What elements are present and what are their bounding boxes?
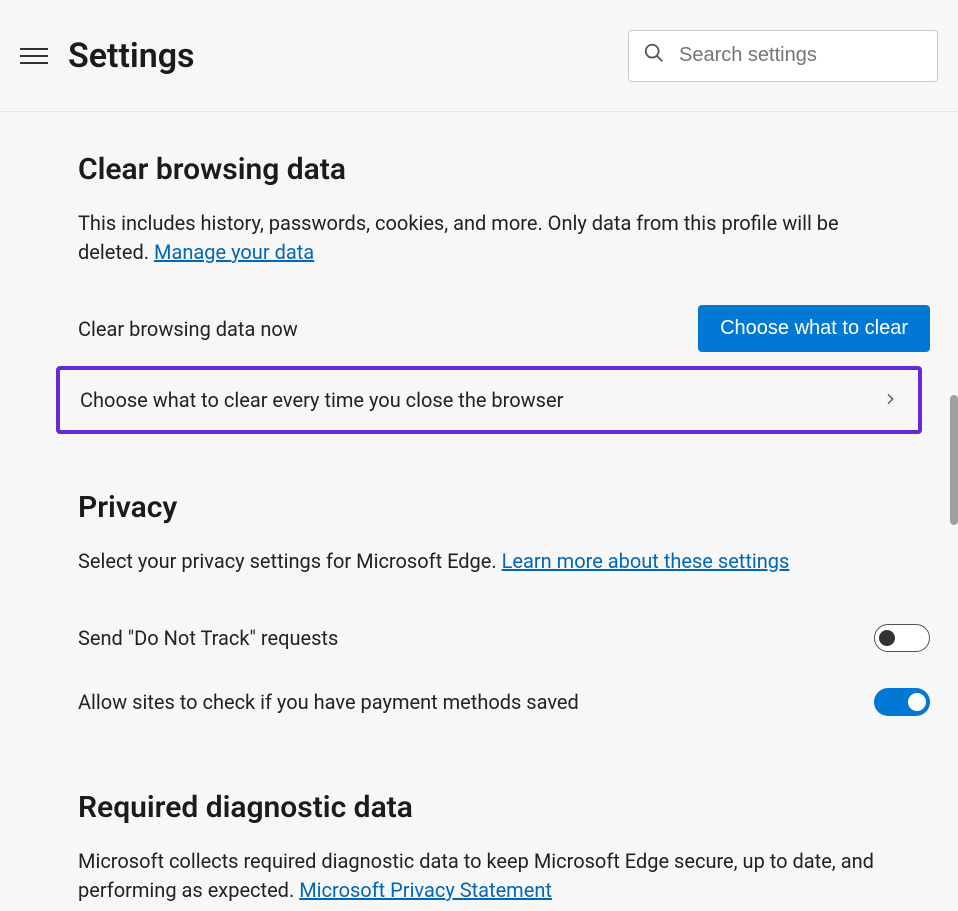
search-input[interactable] bbox=[679, 44, 923, 67]
section-title-privacy: Privacy bbox=[78, 490, 930, 525]
diagnostic-description: Microsoft collects required diagnostic d… bbox=[78, 847, 888, 905]
scrollbar-thumb[interactable] bbox=[950, 395, 958, 525]
dnt-row: Send "Do Not Track" requests bbox=[78, 606, 930, 670]
privacy-statement-link[interactable]: Microsoft Privacy Statement bbox=[299, 878, 552, 902]
payment-toggle[interactable] bbox=[874, 688, 930, 716]
search-box[interactable] bbox=[628, 30, 938, 82]
section-diagnostic: Required diagnostic data Microsoft colle… bbox=[78, 790, 930, 905]
clear-now-label: Clear browsing data now bbox=[78, 317, 298, 341]
page-title: Settings bbox=[68, 36, 628, 76]
learn-more-link[interactable]: Learn more about these settings bbox=[502, 549, 790, 573]
section-title-clear-browsing: Clear browsing data bbox=[78, 152, 930, 187]
search-icon bbox=[643, 42, 665, 69]
section-privacy: Privacy Select your privacy settings for… bbox=[78, 490, 930, 734]
payment-row: Allow sites to check if you have payment… bbox=[78, 670, 930, 734]
content-area: Clear browsing data This includes histor… bbox=[0, 112, 958, 911]
menu-icon[interactable] bbox=[20, 42, 48, 70]
clear-now-row: Clear browsing data now Choose what to c… bbox=[78, 297, 930, 360]
section-title-diagnostic: Required diagnostic data bbox=[78, 790, 930, 825]
choose-on-close-row[interactable]: Choose what to clear every time you clos… bbox=[56, 366, 922, 434]
dnt-toggle[interactable] bbox=[874, 624, 930, 652]
header: Settings bbox=[0, 0, 958, 112]
payment-label: Allow sites to check if you have payment… bbox=[78, 690, 579, 714]
choose-what-to-clear-button[interactable]: Choose what to clear bbox=[698, 305, 930, 352]
privacy-desc-text: Select your privacy settings for Microso… bbox=[78, 549, 502, 573]
dnt-label: Send "Do Not Track" requests bbox=[78, 626, 338, 650]
choose-on-close-label: Choose what to clear every time you clos… bbox=[80, 388, 563, 412]
manage-your-data-link[interactable]: Manage your data bbox=[154, 240, 314, 264]
section-clear-browsing-data: Clear browsing data This includes histor… bbox=[78, 152, 930, 434]
chevron-right-icon bbox=[882, 388, 898, 412]
clear-browsing-description: This includes history, passwords, cookie… bbox=[78, 209, 888, 267]
privacy-description: Select your privacy settings for Microso… bbox=[78, 547, 888, 576]
